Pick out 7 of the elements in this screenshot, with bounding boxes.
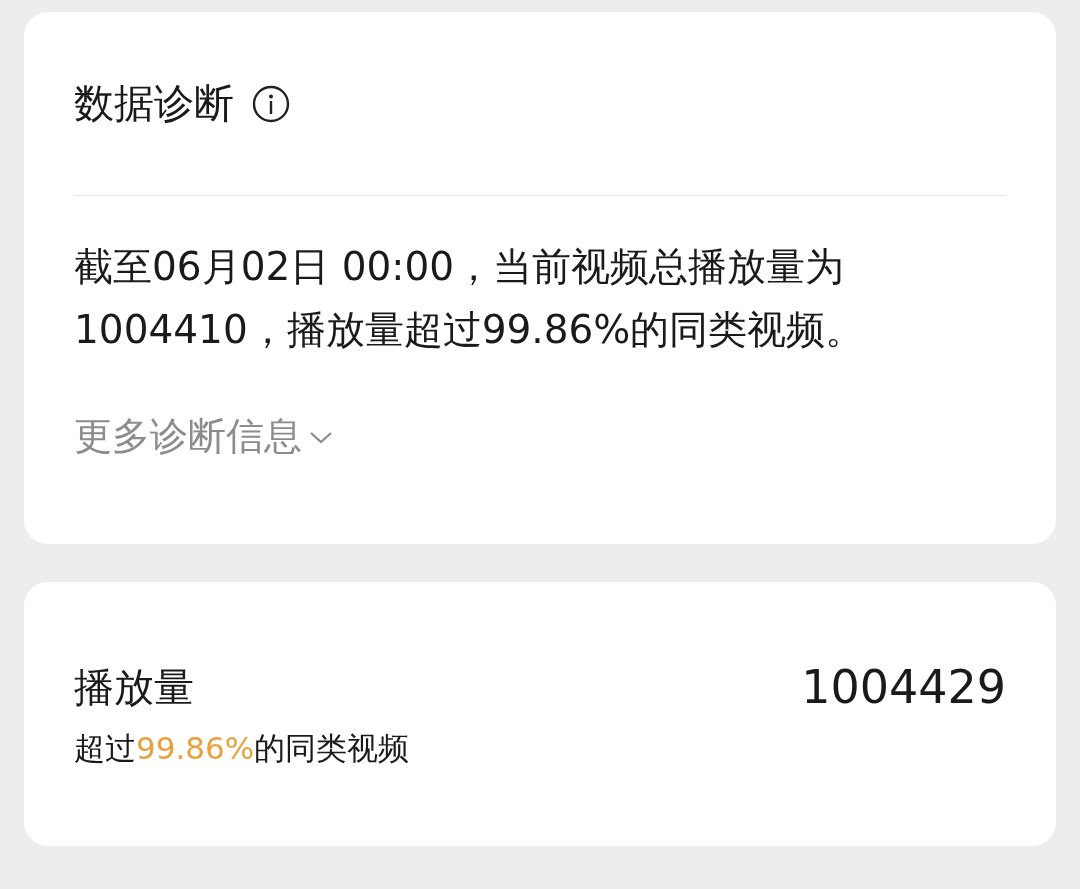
info-icon[interactable] <box>252 84 290 123</box>
play-count-label: 播放量 <box>74 663 195 712</box>
percentile-text: 超过99.86%的同类视频 <box>74 729 410 768</box>
diagnosis-text: 截至06月02日 00:00，当前视频总播放量为 1004410，播放量超过99.86%的同类视频。 <box>74 243 866 354</box>
more-info-link[interactable]: 更多诊断信息 <box>74 411 334 462</box>
card-title: 数据诊断 <box>74 79 234 128</box>
play-count-value: 1004429 <box>801 660 1006 714</box>
